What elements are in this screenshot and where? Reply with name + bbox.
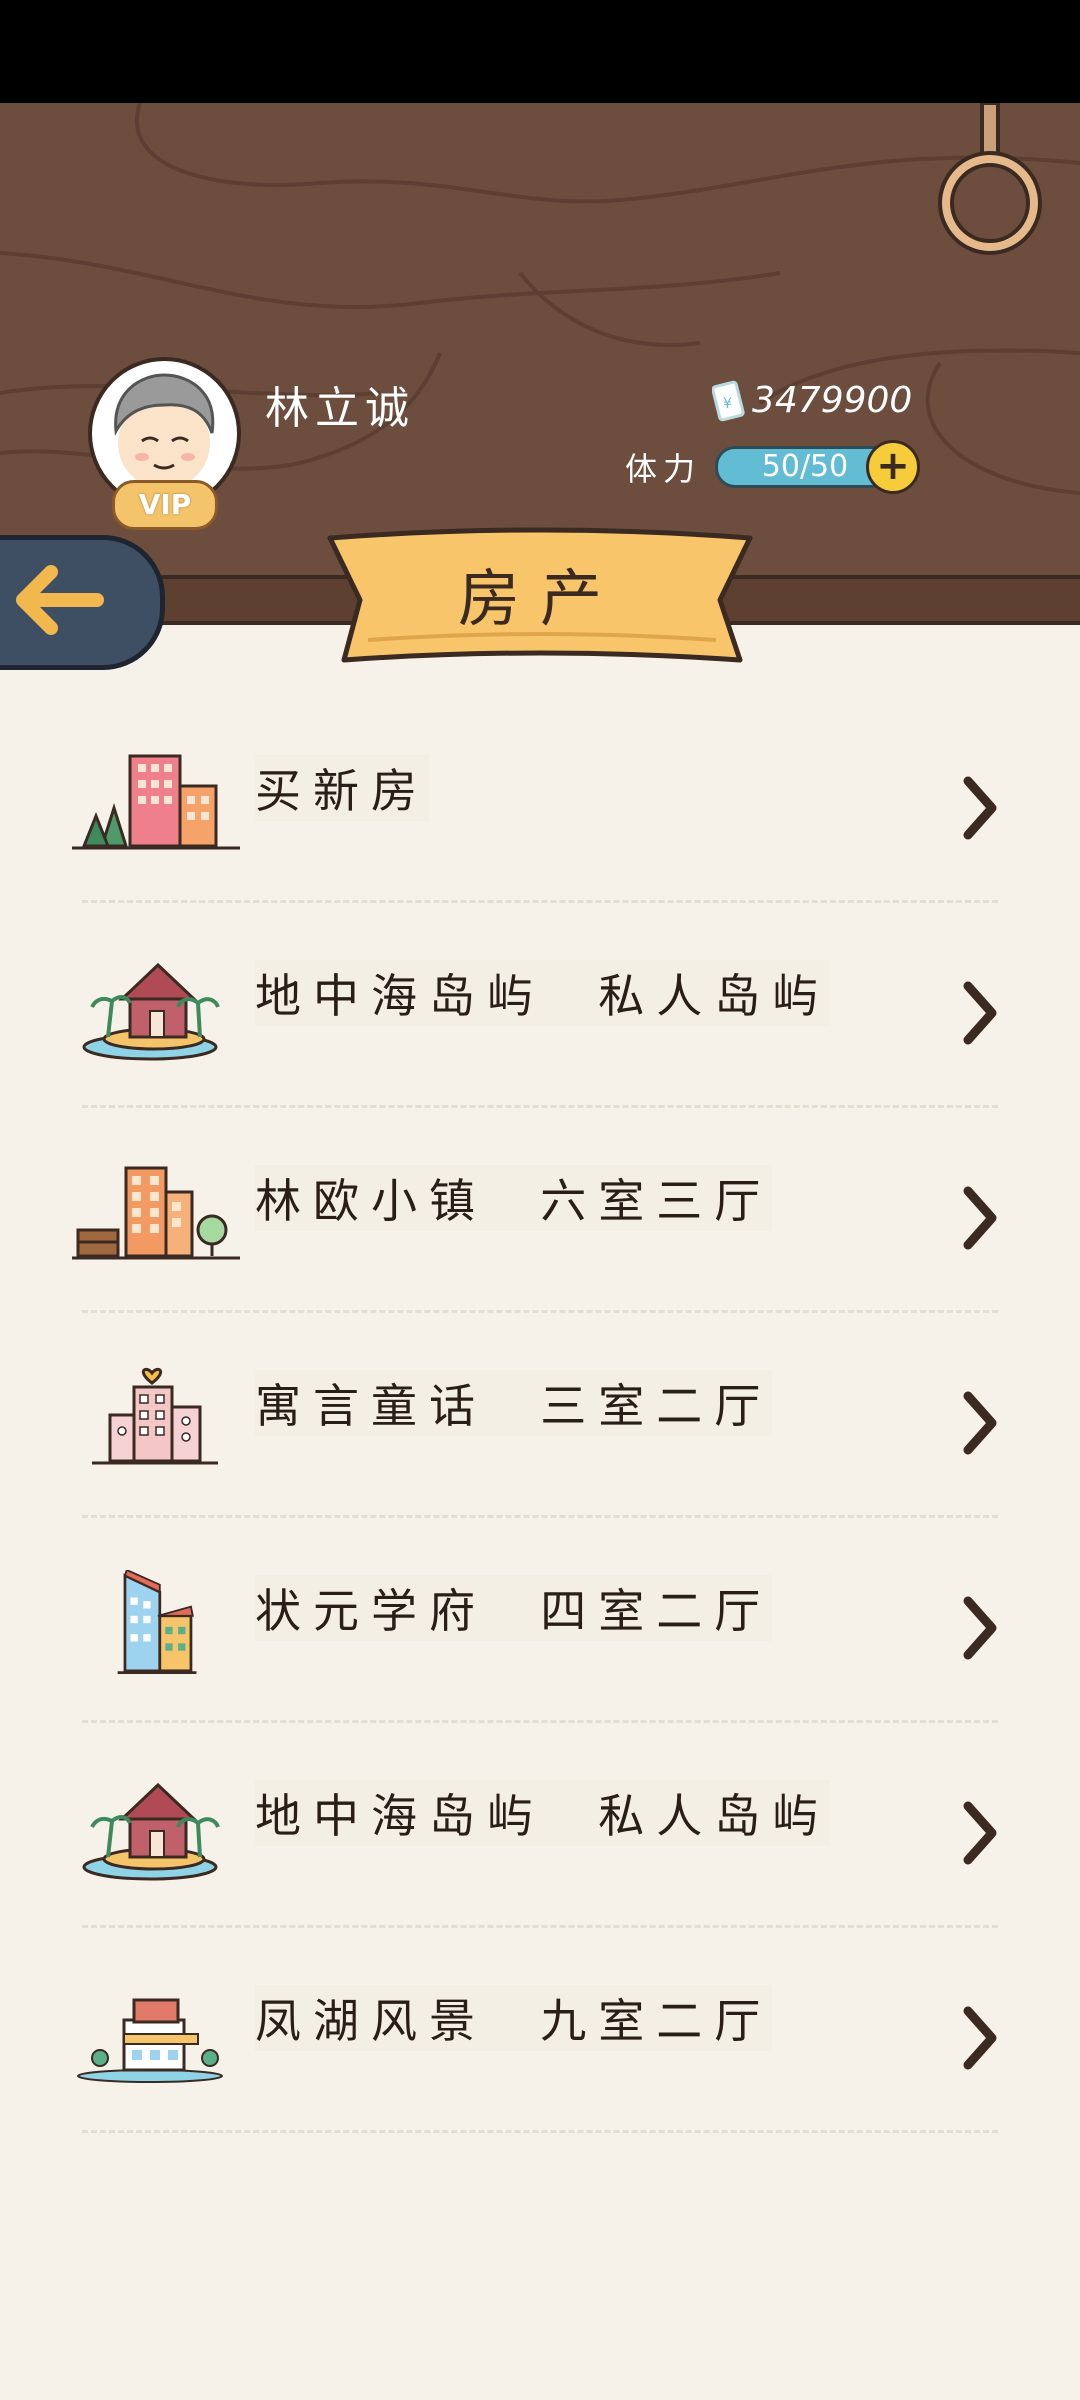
add-stamina-button[interactable]: + (866, 440, 920, 494)
back-button[interactable] (0, 535, 165, 670)
list-item[interactable]: 买新房 (0, 700, 1080, 905)
chevron-right-icon (963, 1596, 997, 1660)
divider (82, 2130, 998, 2133)
list-item-label: 寓言童话 三室二厅 (255, 1370, 773, 1436)
list-item-label: 凤湖风景 九室二厅 (255, 1985, 773, 2051)
hanging-ring-icon (938, 103, 1042, 255)
list-item[interactable]: 地中海岛屿 私人岛屿 (0, 1725, 1080, 1930)
divider (82, 1925, 998, 1928)
list-item[interactable]: 状元学府 四室二厅 (0, 1520, 1080, 1725)
chevron-right-icon (963, 2006, 997, 2070)
back-arrow-icon (16, 565, 104, 635)
svg-text:¥: ¥ (723, 396, 732, 412)
stamina-label: 体力 (625, 450, 702, 488)
town-building-icon (72, 1166, 240, 1260)
list-item[interactable]: 凤湖风景 九室二厅 (0, 1930, 1080, 2135)
vip-badge: VIP (112, 480, 218, 530)
chevron-right-icon (963, 1801, 997, 1865)
list-item-label: 地中海岛屿 私人岛屿 (255, 960, 831, 1026)
divider (82, 1720, 998, 1723)
list-item-label: 买新房 (255, 755, 429, 821)
money-bill-icon: ¥ (712, 380, 745, 422)
island-house-icon (82, 1782, 220, 1881)
divider (82, 1515, 998, 1518)
money-value: 3479900 (752, 380, 913, 421)
divider (82, 1310, 998, 1313)
chevron-right-icon (963, 1186, 997, 1250)
list-item-label: 地中海岛屿 私人岛屿 (255, 1780, 831, 1846)
list-item[interactable]: 寓言童话 三室二厅 (0, 1315, 1080, 1520)
list-item[interactable]: 林欧小镇 六室三厅 (0, 1110, 1080, 1315)
city-buildings-icon (72, 754, 240, 850)
page-title: 房产 (457, 562, 622, 635)
divider (82, 900, 998, 903)
player-name: 林立诚 (265, 383, 415, 434)
chevron-right-icon (963, 1391, 997, 1455)
island-house-icon (82, 962, 220, 1061)
chevron-right-icon (963, 776, 997, 840)
list-item-label: 林欧小镇 六室三厅 (255, 1165, 773, 1231)
lakeside-villa-icon (77, 1998, 223, 2083)
divider (82, 1105, 998, 1108)
list-item-label: 状元学府 四室二厅 (255, 1575, 773, 1641)
list-item[interactable]: 地中海岛屿 私人岛屿 (0, 905, 1080, 1110)
status-bar (0, 0, 1080, 103)
chevron-right-icon (963, 981, 997, 1045)
pink-apartment-icon (92, 1367, 218, 1465)
tower-apartment-icon (117, 1570, 197, 1675)
